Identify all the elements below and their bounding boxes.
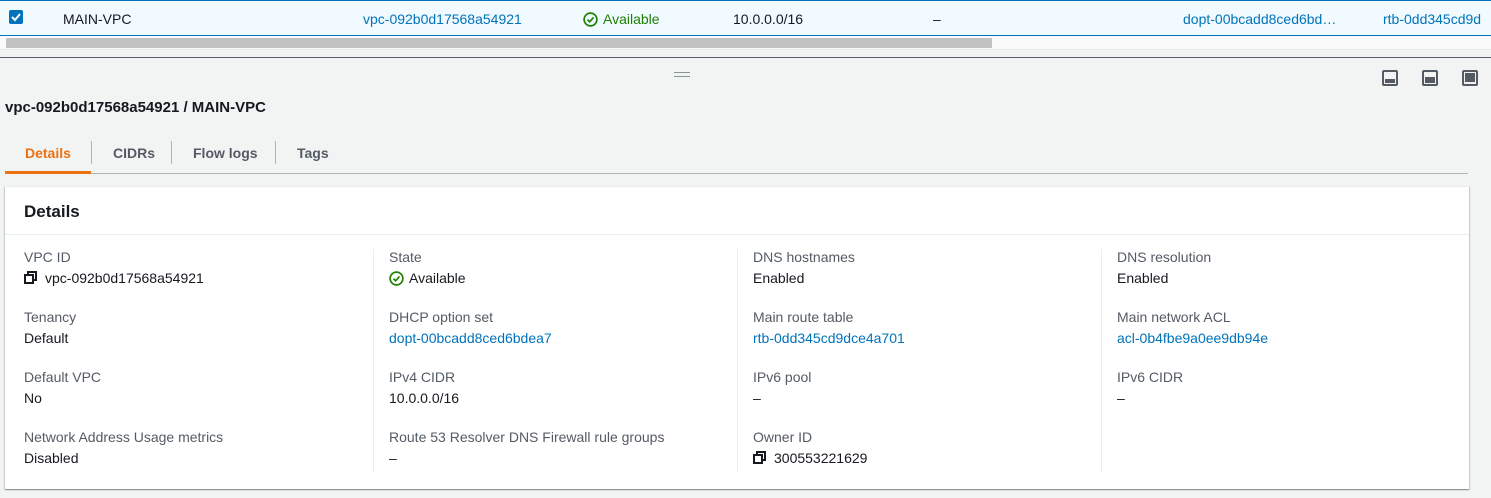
status-available-icon [389, 270, 404, 286]
field-label: DNS hostnames [753, 249, 855, 265]
vpc-id-value: vpc-092b0d17568a54921 [45, 270, 204, 286]
field-vpc-id: VPC ID vpc-092b0d17568a54921 [24, 249, 204, 286]
copy-icon[interactable] [753, 451, 767, 465]
field-main-route-table: Main route table rtb-0dd345cd9dce4a701 [753, 309, 905, 346]
field-label: Main network ACL [1117, 309, 1231, 325]
field-label: State [389, 249, 422, 265]
row-ipv4-cidr: 10.0.0.0/16 [733, 11, 804, 27]
field-label: Main route table [753, 309, 854, 325]
row-ipv6-cidr: – [933, 11, 941, 27]
field-label: Owner ID [753, 429, 813, 445]
details-column-4: DNS resolution Enabled Main network ACL … [1117, 249, 1481, 473]
tab-separator [91, 141, 92, 164]
field-label: IPv4 CIDR [389, 369, 456, 385]
row-state: Available [583, 11, 660, 27]
field-value: 300553221629 [753, 450, 867, 466]
field-value: No [24, 390, 42, 406]
tab-separator [171, 141, 172, 164]
field-label: IPv6 pool [753, 369, 812, 385]
panel-full-position-icon[interactable] [1462, 70, 1478, 86]
field-label: Default VPC [24, 369, 102, 385]
tab-list: Details CIDRs Flow logs Tags [5, 140, 1468, 174]
field-value: Enabled [753, 270, 805, 286]
field-value: vpc-092b0d17568a54921 [24, 270, 204, 286]
field-owner-id: Owner ID 300553221629 [753, 429, 867, 466]
field-label: Route 53 Resolver DNS Firewall rule grou… [389, 429, 665, 445]
row-checkbox-icon[interactable] [9, 10, 23, 24]
details-container: Details VPC ID vpc-092b0d17568a54921 Ten… [5, 186, 1469, 489]
column-separator [1101, 249, 1102, 473]
details-column-1: VPC ID vpc-092b0d17568a54921 Tenancy Def… [24, 249, 388, 473]
dhcp-link[interactable]: dopt-00bcadd8ced6bdea7 [389, 330, 552, 346]
status-available-icon [583, 11, 598, 27]
field-value: Enabled [1117, 270, 1169, 286]
column-separator [737, 249, 738, 473]
field-label: Network Address Usage metrics [24, 429, 224, 445]
tab-separator [275, 141, 276, 164]
row-name: MAIN-VPC [63, 11, 132, 27]
field-ipv6-pool: IPv6 pool – [753, 369, 811, 406]
tab-details[interactable]: Details [5, 140, 91, 174]
split-panel: vpc-092b0d17568a54921 / MAIN-VPC Details… [0, 58, 1491, 498]
field-value: – [1117, 390, 1125, 406]
field-label: DHCP option set [389, 309, 494, 325]
details-column-3: DNS hostnames Enabled Main route table r… [753, 249, 1117, 473]
field-label: Tenancy [24, 309, 77, 325]
field-state: State Available [389, 249, 466, 286]
state-value: Available [409, 270, 466, 286]
horizontal-scrollbar[interactable] [0, 36, 1491, 50]
field-tenancy: Tenancy Default [24, 309, 76, 346]
field-ipv6-cidr: IPv6 CIDR – [1117, 369, 1183, 406]
row-vpc-id-link[interactable]: vpc-092b0d17568a54921 [363, 11, 522, 27]
tab-tags[interactable]: Tags [297, 140, 329, 174]
field-label: DNS resolution [1117, 249, 1212, 265]
field-value: 10.0.0.0/16 [389, 390, 460, 406]
row-route-table-link[interactable]: rtb-0dd345cd9d [1383, 11, 1491, 27]
row-dhcp-link[interactable]: dopt-00bcadd8ced6bd… [1183, 11, 1336, 27]
field-value: – [389, 450, 397, 466]
field-dns-resolution: DNS resolution Enabled [1117, 249, 1211, 286]
details-heading: Details [24, 202, 80, 221]
field-value: Available [389, 270, 466, 286]
details-column-2: State Available DHCP option set dopt-00b… [389, 249, 753, 473]
copy-icon[interactable] [24, 271, 38, 285]
field-nau-metrics: Network Address Usage metrics Disabled [24, 429, 223, 466]
panel-side-position-icon[interactable] [1422, 70, 1438, 86]
panel-bottom-position-icon[interactable] [1382, 70, 1398, 86]
vpc-table-row[interactable]: MAIN-VPC vpc-092b0d17568a54921 Available… [0, 0, 1491, 36]
panel-title: vpc-092b0d17568a54921 / MAIN-VPC [5, 99, 266, 116]
field-value: Disabled [24, 450, 79, 466]
route-table-link[interactable]: rtb-0dd345cd9dce4a701 [753, 330, 905, 346]
field-main-acl: Main network ACL acl-0b4fbe9a0ee9db94e [1117, 309, 1268, 346]
field-value: – [753, 390, 761, 406]
network-acl-link[interactable]: acl-0b4fbe9a0ee9db94e [1117, 330, 1268, 346]
field-dns-hostnames: DNS hostnames Enabled [753, 249, 855, 286]
tab-flow-logs[interactable]: Flow logs [193, 140, 258, 174]
tab-cidrs[interactable]: CIDRs [113, 140, 155, 174]
field-r53: Route 53 Resolver DNS Firewall rule grou… [389, 429, 664, 466]
field-default-vpc: Default VPC No [24, 369, 101, 406]
drag-handle-icon[interactable] [674, 72, 690, 78]
field-label: IPv6 CIDR [1117, 369, 1184, 385]
owner-id-value: 300553221629 [774, 450, 868, 466]
row-state-label: Available [603, 11, 660, 27]
field-dhcp: DHCP option set dopt-00bcadd8ced6bdea7 [389, 309, 552, 346]
details-header: Details [5, 187, 1469, 235]
scrollbar-thumb[interactable] [6, 38, 992, 48]
field-label: VPC ID [24, 249, 71, 265]
column-separator [373, 249, 374, 473]
field-value: Default [24, 330, 69, 346]
field-ipv4-cidr: IPv4 CIDR 10.0.0.0/16 [389, 369, 459, 406]
